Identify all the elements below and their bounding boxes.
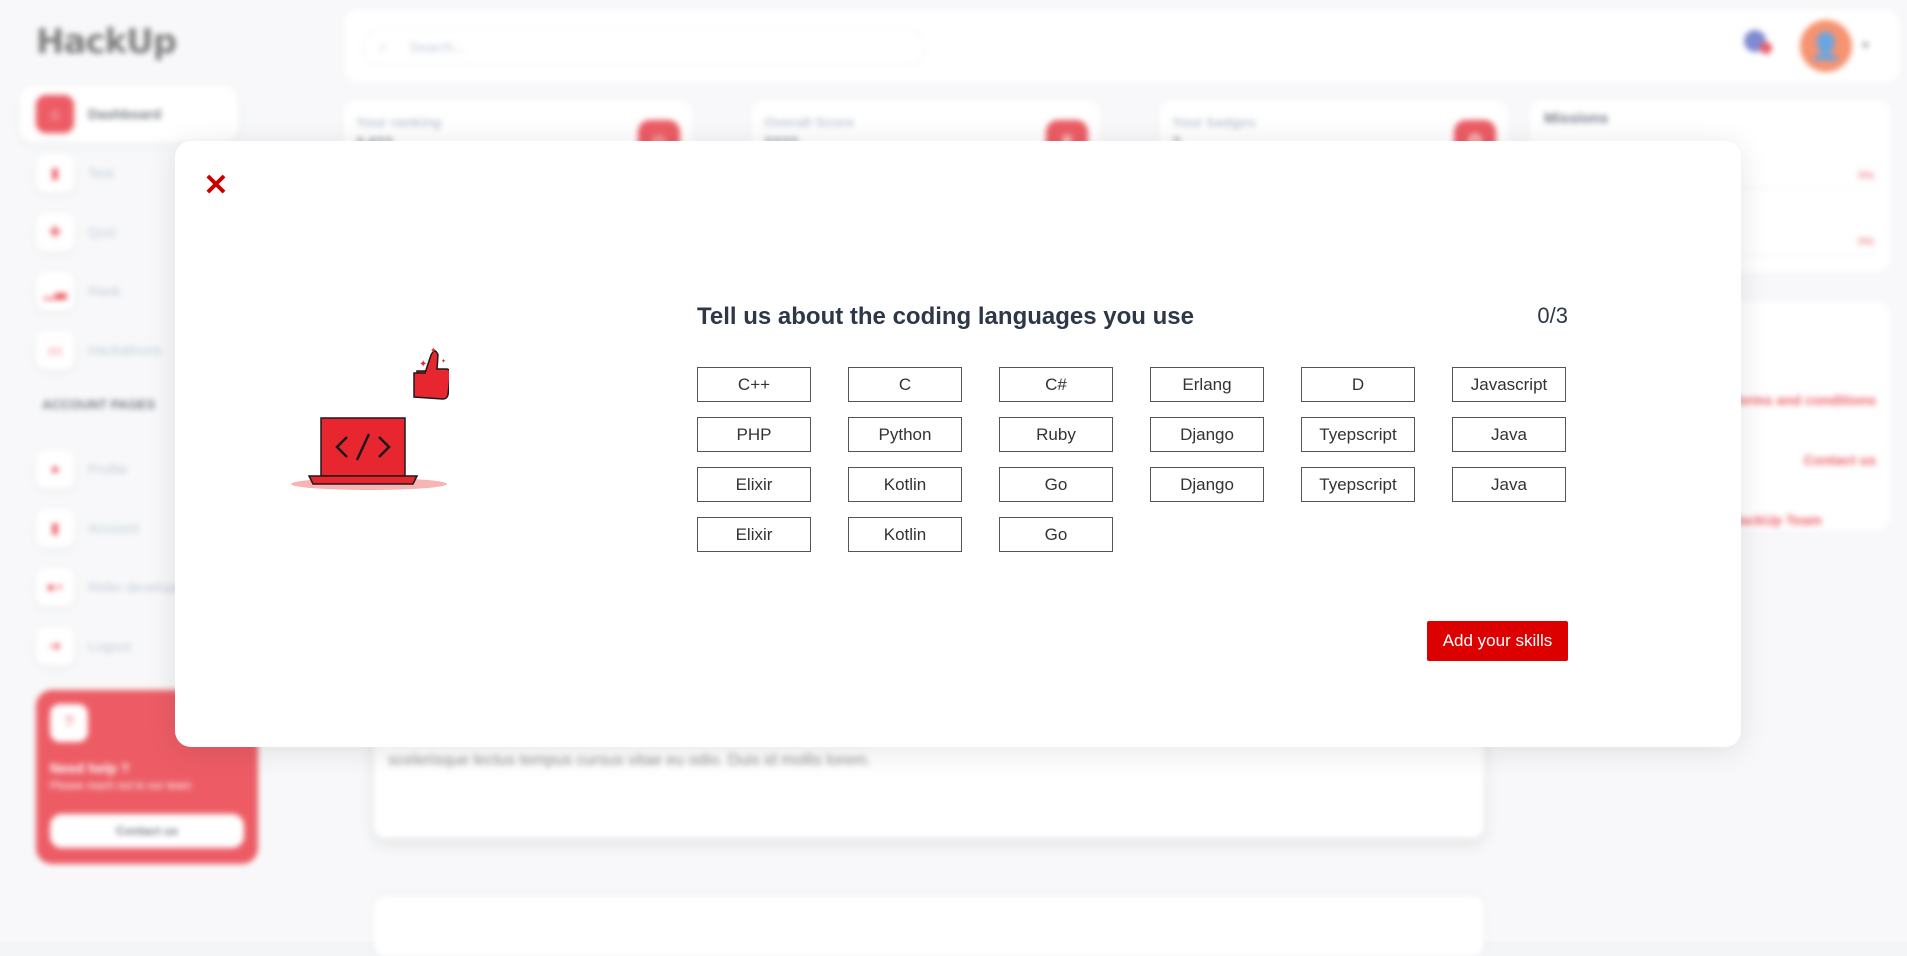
language-option-button[interactable]: Javascript <box>1452 367 1566 402</box>
language-option-button[interactable]: Kotlin <box>848 467 962 502</box>
language-option-button[interactable]: Java <box>1452 467 1566 502</box>
language-option-button[interactable]: Go <box>999 467 1113 502</box>
svg-text:✦: ✦ <box>419 359 427 370</box>
language-option-button[interactable]: Django <box>1150 417 1264 452</box>
svg-text:✦: ✦ <box>430 346 437 355</box>
language-option-button[interactable]: Django <box>1150 467 1264 502</box>
languages-modal: ✕ ✦ ✦ ✦ Tell us about the coding languag… <box>175 141 1741 747</box>
close-icon[interactable]: ✕ <box>203 171 229 201</box>
language-option-button[interactable]: C++ <box>697 367 811 402</box>
language-option-button[interactable]: Go <box>999 517 1113 552</box>
language-option-button[interactable]: Tyepscript <box>1301 417 1415 452</box>
modal-title: Tell us about the coding languages you u… <box>697 303 1194 330</box>
language-option-button[interactable]: Elixir <box>697 517 811 552</box>
language-option-button[interactable]: PHP <box>697 417 811 452</box>
language-option-button[interactable]: Erlang <box>1150 367 1264 402</box>
selection-counter: 0/3 <box>1537 303 1568 328</box>
language-option-button[interactable]: Kotlin <box>848 517 962 552</box>
svg-text:✦: ✦ <box>441 358 446 365</box>
language-option-button[interactable]: Python <box>848 417 962 452</box>
coding-illustration-icon: ✦ ✦ ✦ <box>291 346 449 490</box>
language-option-button[interactable]: Java <box>1452 417 1566 452</box>
add-skills-button[interactable]: Add your skills <box>1427 621 1568 661</box>
language-options: C++ C C# Erlang D Javascript PHP Python Ruby Djan… <box>697 367 1569 552</box>
language-option-button[interactable]: Elixir <box>697 467 811 502</box>
language-option-button[interactable]: Tyepscript <box>1301 467 1415 502</box>
language-option-button[interactable]: C# <box>999 367 1113 402</box>
language-option-button[interactable]: D <box>1301 367 1415 402</box>
language-option-button[interactable]: Ruby <box>999 417 1113 452</box>
language-option-button[interactable]: C <box>848 367 962 402</box>
